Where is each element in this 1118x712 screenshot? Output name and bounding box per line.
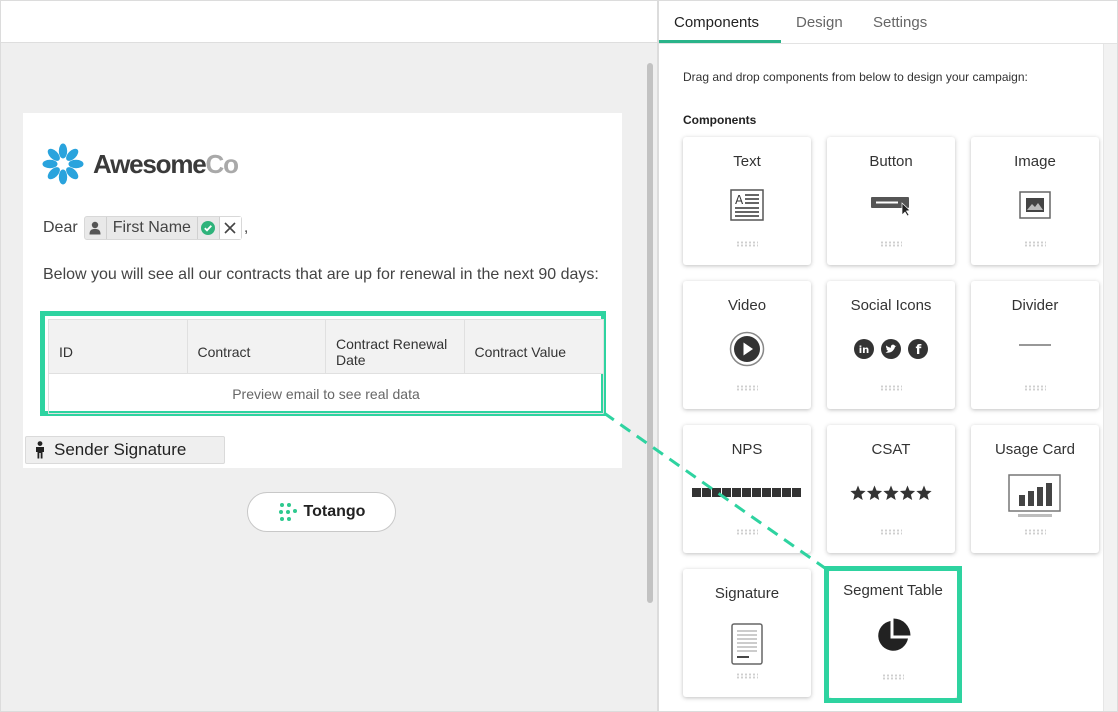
drag-grip-icon[interactable] [1024,241,1046,247]
component-label: Signature [714,585,780,602]
document-icon [731,623,763,665]
component-card-usage-card[interactable]: Usage Card [971,425,1099,553]
table-header-cell: ID [49,320,188,373]
component-card-csat[interactable]: CSAT [827,425,955,553]
component-card-text[interactable]: Text A [683,137,811,265]
logo-wordmark-part2: Co [205,148,239,179]
component-card-nps[interactable]: NPS [683,425,811,553]
canvas-toolbar [1,1,657,43]
table-header-row: ID Contract Contract Renewal Date Contra… [49,320,603,374]
component-card-divider[interactable]: Divider [971,281,1099,409]
flower-logo-icon [42,143,84,185]
svg-text:A: A [735,193,744,207]
company-logo[interactable]: AwesomeCo [41,141,239,187]
table-header-cell: Contract [188,320,326,373]
tab-settings[interactable]: Settings [873,1,927,44]
social-icons-icon: in f [854,339,928,359]
component-label: Button [869,153,913,170]
divider-line-icon [1019,344,1051,346]
component-card-button[interactable]: Button [827,137,955,265]
totango-label: Totango [303,503,366,520]
merge-field-label: First Name [112,219,191,236]
canvas-scroll-thumb[interactable] [647,63,653,603]
drag-grip-icon[interactable] [880,241,902,247]
logo-wordmark-part1: Awesome [93,148,207,179]
segment-table: ID Contract Contract Renewal Date Contra… [48,319,604,414]
intro-paragraph: Below you will see all our contracts tha… [43,266,599,283]
active-tab-indicator [659,40,781,43]
bar-chart-icon [1008,474,1061,517]
drag-grip-icon[interactable] [736,385,758,391]
section-title: Components [683,113,757,127]
totango-badge[interactable]: Totango [247,492,396,532]
greeting-line: Dear First Name , [43,215,248,241]
table-header-cell: Contract Renewal Date [326,320,465,373]
panel-tabs: Components Design Settings [659,1,1117,44]
stars-icon [850,485,932,500]
greeting-text: Dear [43,219,78,236]
drag-grip-icon[interactable] [880,529,902,535]
image-icon [1019,191,1051,219]
nps-scale-icon [692,488,801,497]
component-label: Divider [1011,297,1059,314]
drag-grip-icon[interactable] [736,241,758,247]
component-label: CSAT [871,441,911,458]
play-icon [729,331,765,367]
component-label: Image [1014,153,1056,170]
drag-grip-icon[interactable] [880,385,902,391]
sender-signature-block[interactable]: Sender Signature [25,436,225,464]
logo-wordmark: AwesomeCo [93,148,239,180]
person-icon [85,217,107,239]
component-label: Usage Card [994,441,1076,458]
person-standing-icon [36,441,44,459]
segment-table-highlight [824,566,962,703]
component-label: NPS [731,441,763,458]
totango-logo-icon [278,503,297,521]
drag-grip-icon[interactable] [736,529,758,535]
canvas-scrollbar[interactable] [645,45,655,709]
panel-scrollbar[interactable] [1103,44,1117,711]
panel-instructions: Drag and drop components from below to d… [683,70,1028,84]
close-icon[interactable] [218,217,241,239]
component-card-video[interactable]: Video [683,281,811,409]
check-circle-icon[interactable] [196,217,219,239]
button-icon [871,197,911,216]
sender-signature-label: Sender Signature [54,440,187,459]
drag-grip-icon[interactable] [1024,385,1046,391]
table-header-cell: Contract Value [474,343,567,360]
component-label: Social Icons [850,297,932,314]
greeting-comma: , [243,219,249,236]
merge-field-token[interactable]: First Name [83,216,242,240]
component-card-image[interactable]: Image [971,137,1099,265]
segment-table-block[interactable]: ID Contract Contract Renewal Date Contra… [40,311,606,416]
drag-grip-icon[interactable] [1024,529,1046,535]
component-card-social-icons[interactable]: Social Icons in f [827,281,955,409]
table-placeholder-row: Preview email to see real data [232,386,420,402]
component-label: Video [727,297,767,314]
component-card-signature[interactable]: Signature [683,569,811,697]
svg-text:in: in [859,345,870,356]
drag-grip-icon[interactable] [736,673,758,679]
svg-text:f: f [916,343,922,358]
tab-components[interactable]: Components [674,1,759,44]
component-label: Text [733,153,761,170]
text-block-icon: A [730,189,764,221]
tab-design[interactable]: Design [796,1,843,44]
